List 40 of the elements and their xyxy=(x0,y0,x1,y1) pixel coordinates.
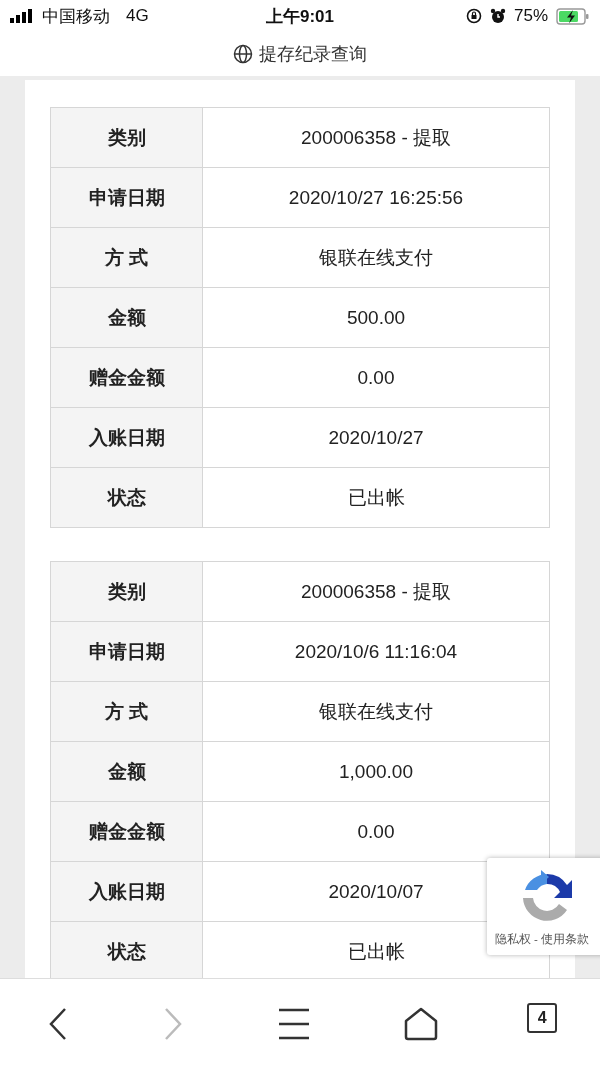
field-value: 200006358 - 提取 xyxy=(301,580,451,602)
page-title: 提存纪录查询 xyxy=(259,43,367,66)
battery-percent: 75% xyxy=(513,6,548,26)
field-label: 申请日期 xyxy=(50,621,203,682)
field-label: 申请日期 xyxy=(50,167,203,228)
field-label: 赠金金额 xyxy=(50,347,203,408)
globe-icon xyxy=(233,44,253,64)
field-label: 入账日期 xyxy=(50,407,203,468)
field-label: 状态 xyxy=(50,467,203,528)
field-value: 2020/10/6 11:16:04 xyxy=(294,640,458,662)
field-value: 2020/10/27 16:25:56 xyxy=(288,186,464,208)
field-value: 已出帐 xyxy=(347,940,405,962)
field-value: 2020/10/27 xyxy=(328,426,424,448)
field-value: 0.00 xyxy=(357,366,395,388)
field-value: 500.00 xyxy=(346,306,406,328)
signal-icon xyxy=(10,9,34,23)
field-value: 0.00 xyxy=(357,820,395,842)
field-label: 金额 xyxy=(50,741,203,802)
battery-charging-icon xyxy=(556,7,590,25)
field-value: 1,000.00 xyxy=(339,760,413,782)
carrier-name: 中国移动 xyxy=(42,5,110,28)
alarm-icon xyxy=(489,8,506,24)
field-value: 银联在线支付 xyxy=(319,246,433,268)
field-label: 方 式 xyxy=(50,227,203,288)
rotation-lock-icon xyxy=(465,8,482,24)
field-label: 状态 xyxy=(50,921,203,978)
network-type: 4G xyxy=(126,6,149,26)
field-label: 入账日期 xyxy=(50,861,203,922)
field-label: 赠金金额 xyxy=(50,801,203,862)
field-value: 2020/10/07 xyxy=(328,880,424,902)
field-value: 银联在线支付 xyxy=(319,700,433,722)
privacy-terms-link[interactable]: 隐私权 - 使用条款 xyxy=(494,932,590,947)
tabs-button[interactable]: 4 xyxy=(527,1003,558,1033)
field-label: 金额 xyxy=(50,287,203,348)
field-label: 类别 xyxy=(50,561,203,622)
clock-time: 上午9:01 xyxy=(266,5,334,28)
field-label: 方 式 xyxy=(50,681,203,742)
field-label: 类别 xyxy=(50,107,203,168)
field-value: 已出帐 xyxy=(347,486,405,508)
field-value: 200006358 - 提取 xyxy=(301,126,451,148)
